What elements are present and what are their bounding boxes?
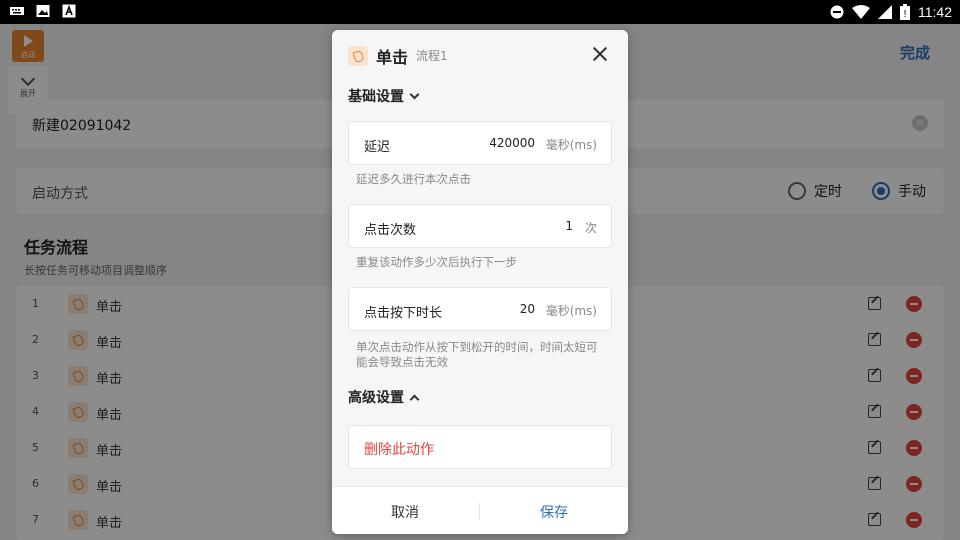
- save-button[interactable]: 保存: [480, 502, 628, 522]
- delete-action-label: 删除此动作: [364, 442, 434, 458]
- status-bar: ! 11:42: [0, 0, 960, 24]
- signal-icon: [878, 5, 892, 19]
- count-hint: 重复该动作多少次后执行下一步: [356, 255, 517, 269]
- basic-settings-label: 基础设置: [348, 89, 404, 105]
- press-duration-hint: 单次点击动作从按下到松开的时间，时间太短可能会导致点击无效: [356, 340, 598, 369]
- press-duration-input[interactable]: 20: [520, 302, 535, 316]
- count-label: 点击次数: [364, 223, 417, 238]
- delay-hint: 延迟多久进行本次点击: [356, 172, 471, 186]
- advanced-settings-label: 高级设置: [348, 390, 404, 406]
- status-system: ! 11:42: [830, 2, 952, 22]
- delay-unit: 毫秒(ms): [545, 138, 597, 152]
- battery-icon: !: [900, 4, 910, 20]
- battery-alert-text: !: [904, 9, 907, 20]
- press-duration-field[interactable]: 点击按下时长 20 毫秒(ms): [348, 287, 612, 331]
- count-input[interactable]: 1: [565, 219, 573, 233]
- tap-icon: [348, 46, 368, 66]
- delay-input[interactable]: 420000: [489, 136, 535, 150]
- dialog-title: 单击: [376, 48, 409, 67]
- cancel-button[interactable]: 取消: [332, 502, 478, 522]
- do-not-disturb-icon: [830, 5, 844, 19]
- app-a-icon: [62, 4, 76, 18]
- press-duration-label: 点击按下时长: [364, 306, 443, 321]
- keyboard-icon: [10, 7, 24, 15]
- chevron-down-icon: [409, 89, 420, 99]
- advanced-settings-header[interactable]: 高级设置: [348, 387, 420, 407]
- dialog-footer: 取消 保存: [332, 486, 628, 534]
- status-notifications: [10, 4, 76, 18]
- dialog-subtitle: 流程1: [416, 49, 448, 63]
- status-time: 11:42: [918, 4, 952, 20]
- wifi-icon: [852, 5, 870, 19]
- basic-settings-header[interactable]: 基础设置: [348, 86, 420, 106]
- action-dialog: 单击 流程1 基础设置 延迟 420000 毫秒(ms) 延迟多久进行本次点击 …: [332, 30, 628, 534]
- image-icon: [36, 5, 50, 17]
- count-field[interactable]: 点击次数 1 次: [348, 204, 612, 248]
- delay-field[interactable]: 延迟 420000 毫秒(ms): [348, 121, 612, 165]
- count-unit: 次: [584, 221, 597, 235]
- press-duration-unit: 毫秒(ms): [545, 304, 597, 318]
- delete-action-button[interactable]: 删除此动作: [348, 425, 612, 469]
- delay-label: 延迟: [364, 140, 391, 155]
- close-icon[interactable]: [590, 44, 610, 64]
- chevron-up-icon: [409, 394, 420, 404]
